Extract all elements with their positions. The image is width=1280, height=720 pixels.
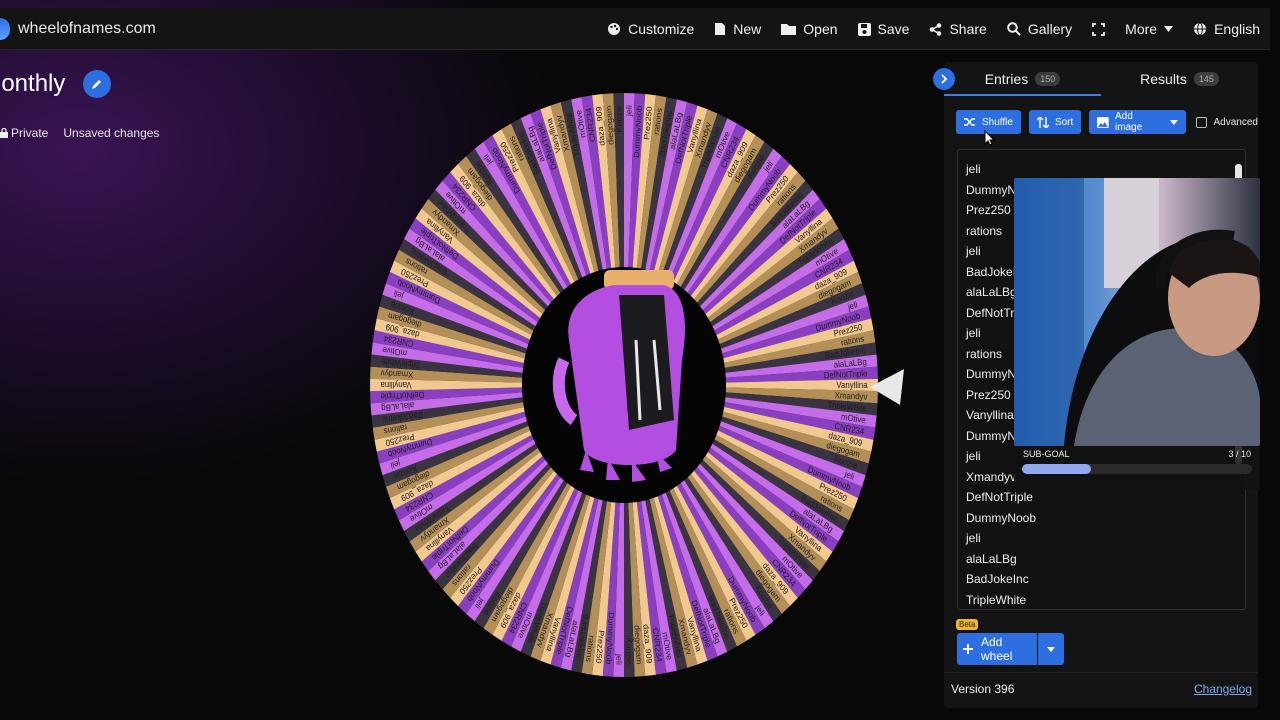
collapse-panel-button[interactable] <box>933 68 955 90</box>
advanced-label: Advanced <box>1213 116 1258 128</box>
menu-label: More <box>1125 21 1158 37</box>
entry-item[interactable]: DummyNoob <box>966 508 1036 529</box>
wheel-slice-label: jeli <box>614 653 624 665</box>
menu-language[interactable]: English <box>1193 21 1260 37</box>
menu-label: Gallery <box>1027 21 1073 37</box>
logo-icon <box>0 18 10 40</box>
tab-results[interactable]: Results 145 <box>1101 62 1258 96</box>
wheel-pointer-icon <box>870 369 904 405</box>
version-label: Version 396 <box>951 682 1015 696</box>
add-wheel-group: Add wheel <box>957 633 1064 665</box>
caret-down-icon <box>1169 119 1178 125</box>
entry-item[interactable]: TripleWhite <box>966 590 1036 610</box>
tab-label: Results <box>1140 71 1187 87</box>
lock-icon <box>0 128 8 138</box>
privacy-chip[interactable]: Private <box>0 126 48 140</box>
status-chip: Unsaved changes <box>63 126 159 140</box>
wheel[interactable]: jeli DummyNoob Prez250 rations BadJokeInc ala… <box>364 90 884 680</box>
sort-button[interactable]: Sort <box>1028 110 1082 134</box>
subgoal-count: 3 / 10 <box>1228 449 1251 459</box>
panel-tabs: Entries 150 Results 145 <box>944 62 1258 96</box>
tab-label: Entries <box>984 71 1029 87</box>
file-icon <box>715 23 726 35</box>
menu-label: Customize <box>628 21 695 37</box>
share-icon <box>930 22 942 36</box>
top-bar: wheelofnames.com Customize New Open Save… <box>0 8 1270 50</box>
subgoal-overlay: SUB-GOAL 3 / 10 <box>1014 446 1260 490</box>
add-image-label: Add image <box>1115 111 1143 133</box>
wheel-meta: Private Unsaved changes <box>0 126 174 140</box>
beta-badge: Beta <box>956 619 979 630</box>
shuffle-label: Shuffle <box>982 116 1013 128</box>
mouse-cursor-icon <box>984 130 996 146</box>
wheel-slice-label: jeli <box>624 105 634 117</box>
changelog-link[interactable]: Changelog <box>1194 682 1252 696</box>
add-wheel-label: Add wheel <box>981 635 1013 663</box>
menu-more[interactable]: More <box>1125 21 1174 37</box>
subgoal-progress-fill <box>1022 464 1091 474</box>
sort-label: Sort <box>1054 116 1074 128</box>
add-image-button[interactable]: Add image <box>1089 110 1186 134</box>
palette-icon <box>608 23 621 35</box>
globe-icon <box>1194 22 1207 36</box>
entry-item[interactable]: DefNotTriple <box>966 487 1036 508</box>
menu-new[interactable]: New <box>714 21 761 37</box>
menu-gallery[interactable]: Gallery <box>1007 21 1072 37</box>
fullscreen-icon <box>1092 22 1106 36</box>
entries-count-badge: 150 <box>1035 72 1061 86</box>
advanced-toggle[interactable]: Advanced <box>1195 116 1258 128</box>
image-icon <box>1097 116 1110 128</box>
folder-icon <box>781 24 797 35</box>
caret-down-icon <box>1164 26 1174 32</box>
site-name: wheelofnames.com <box>18 20 156 37</box>
menu-label: English <box>1214 21 1260 37</box>
entry-item[interactable]: jeli <box>966 528 1036 549</box>
advanced-checkbox[interactable] <box>1195 116 1207 128</box>
shuffle-icon <box>964 118 975 126</box>
menu-label: Share <box>949 21 987 37</box>
menu-share[interactable]: Share <box>929 21 987 37</box>
webcam-image <box>1014 178 1260 446</box>
subgoal-label: SUB-GOAL <box>1023 449 1070 459</box>
menu-open[interactable]: Open <box>781 21 838 37</box>
menu-save[interactable]: Save <box>857 21 910 37</box>
entries-toolbar: Shuffle Sort Add image Advanced <box>956 110 1258 134</box>
panel-divider <box>944 672 1258 673</box>
caret-down-icon <box>1047 646 1055 652</box>
menu-customize[interactable]: Customize <box>607 21 694 37</box>
wheel-title: lonthly <box>0 70 66 97</box>
wheel-graphic[interactable]: jeliDummyNoobPrez250rationsBadJokeIncala… <box>364 90 884 680</box>
add-wheel-button[interactable]: Add wheel <box>957 633 1037 665</box>
chevron-right-icon <box>940 74 947 84</box>
sort-icon <box>1036 116 1049 128</box>
entry-item[interactable]: alaLaLBg <box>966 549 1036 570</box>
main-menu: Customize New Open Save Share Gallery Mo… <box>587 8 1260 50</box>
menu-label: Save <box>877 21 910 37</box>
status-label: Unsaved changes <box>63 126 160 140</box>
menu-fullscreen[interactable] <box>1092 22 1106 36</box>
wheel-slice-label: Vanyllina <box>380 380 411 391</box>
wheel-slice-label: Vanyllina <box>836 379 867 390</box>
subgoal-progress-bar <box>1022 464 1252 474</box>
webcam-overlay <box>1014 178 1260 446</box>
pencil-icon <box>92 80 101 89</box>
privacy-label: Private <box>11 126 49 140</box>
wheel-slice-label: Koozie <box>614 105 624 133</box>
save-icon <box>857 22 871 36</box>
menu-label: Open <box>803 21 838 37</box>
edit-title-button[interactable] <box>83 70 111 98</box>
wheel-slice-label: Koozie <box>624 637 634 665</box>
entry-item[interactable]: BadJokeInc <box>966 569 1036 590</box>
plus-icon <box>963 644 973 654</box>
search-icon <box>1007 22 1021 36</box>
brand[interactable]: wheelofnames.com <box>0 18 156 40</box>
results-count-badge: 145 <box>1193 72 1219 86</box>
menu-label: New <box>733 21 762 37</box>
entry-item[interactable]: jeli <box>966 159 1036 180</box>
add-wheel-dropdown[interactable] <box>1038 633 1064 665</box>
active-tab-indicator <box>944 94 1101 96</box>
tab-entries[interactable]: Entries 150 <box>944 62 1101 96</box>
